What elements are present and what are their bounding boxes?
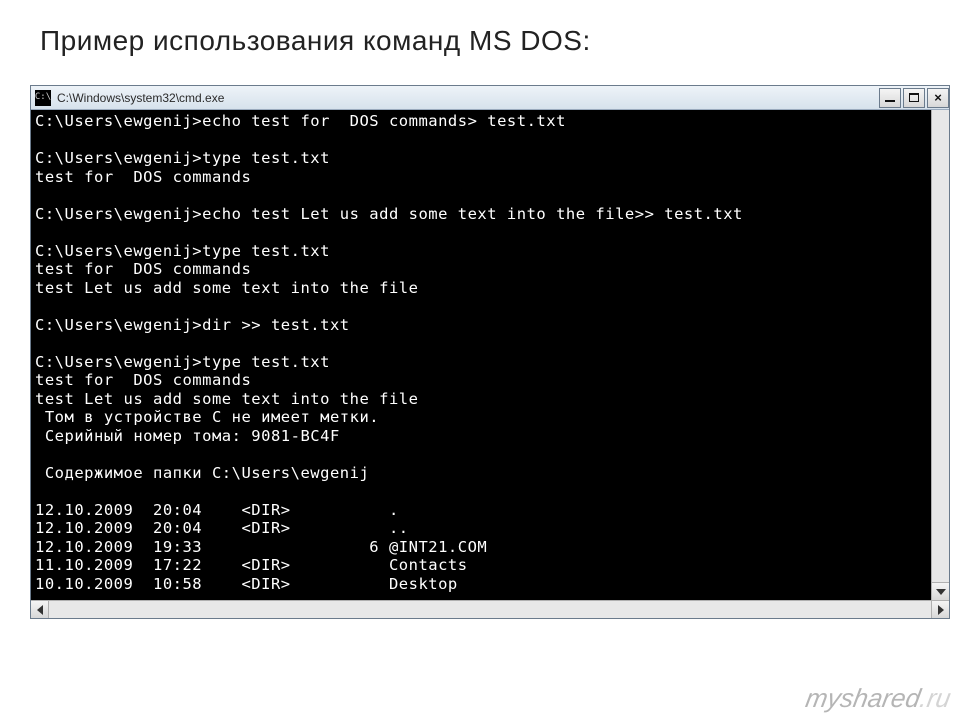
scroll-track[interactable] xyxy=(49,601,931,618)
minimize-icon xyxy=(885,100,895,102)
maximize-button[interactable] xyxy=(903,88,925,108)
watermark-suffix: .ru xyxy=(917,683,953,713)
scroll-left-button[interactable] xyxy=(31,601,49,618)
terminal-line: C:\Users\ewgenij>dir >> test.txt xyxy=(35,316,945,335)
terminal-line: test for DOS commands xyxy=(35,168,945,187)
terminal-line xyxy=(35,186,945,205)
window-title: C:\Windows\system32\cmd.exe xyxy=(57,91,877,105)
watermark-main: myshared xyxy=(803,683,922,713)
horizontal-scrollbar[interactable] xyxy=(31,600,949,618)
terminal-line: 11.10.2009 17:22 <DIR> Contacts xyxy=(35,556,945,575)
terminal-line xyxy=(35,445,945,464)
chevron-down-icon xyxy=(936,589,946,595)
cmd-icon: C:\ xyxy=(35,90,51,106)
cmd-window: C:\ C:\Windows\system32\cmd.exe × C:\Use… xyxy=(30,85,950,619)
terminal-line: C:\Users\ewgenij>type test.txt xyxy=(35,353,945,372)
terminal-line: test Let us add some text into the file xyxy=(35,279,945,298)
scroll-down-button[interactable] xyxy=(932,582,949,600)
terminal-output[interactable]: C:\Users\ewgenij>echo test for DOS comma… xyxy=(31,110,949,600)
terminal-line: Серийный номер тома: 9081-BC4F xyxy=(35,427,945,446)
close-button[interactable]: × xyxy=(927,88,949,108)
maximize-icon xyxy=(909,93,919,102)
cmd-icon-label: C:\ xyxy=(35,93,51,102)
terminal-line: test for DOS commands xyxy=(35,371,945,390)
terminal-line xyxy=(35,297,945,316)
watermark: myshared.ru xyxy=(803,683,953,714)
terminal-line xyxy=(35,223,945,242)
titlebar[interactable]: C:\ C:\Windows\system32\cmd.exe × xyxy=(31,86,949,110)
terminal-line: 12.10.2009 19:33 6 @INT21.COM xyxy=(35,538,945,557)
terminal-line: test Let us add some text into the file xyxy=(35,390,945,409)
terminal-line: Содержимое папки C:\Users\ewgenij xyxy=(35,464,945,483)
terminal-line: 12.10.2009 20:04 <DIR> .. xyxy=(35,519,945,538)
minimize-button[interactable] xyxy=(879,88,901,108)
terminal-line xyxy=(35,334,945,353)
terminal-line: test for DOS commands xyxy=(35,260,945,279)
scroll-right-button[interactable] xyxy=(931,601,949,618)
vertical-scrollbar[interactable] xyxy=(931,110,949,600)
chevron-right-icon xyxy=(938,605,944,615)
terminal-line: C:\Users\ewgenij>echo test Let us add so… xyxy=(35,205,945,224)
chevron-left-icon xyxy=(37,605,43,615)
terminal-line xyxy=(35,131,945,150)
terminal-line: 12.10.2009 20:04 <DIR> . xyxy=(35,501,945,520)
window-controls: × xyxy=(877,88,949,108)
terminal-line: C:\Users\ewgenij>type test.txt xyxy=(35,149,945,168)
terminal-line: C:\Users\ewgenij>type test.txt xyxy=(35,242,945,261)
terminal-line: Том в устройстве C не имеет метки. xyxy=(35,408,945,427)
terminal-line: C:\Users\ewgenij>echo test for DOS comma… xyxy=(35,112,945,131)
terminal-line: 10.10.2009 10:58 <DIR> Desktop xyxy=(35,575,945,594)
page-heading: Пример использования команд MS DOS: xyxy=(40,25,591,57)
close-icon: × xyxy=(934,92,942,103)
terminal-line xyxy=(35,482,945,501)
